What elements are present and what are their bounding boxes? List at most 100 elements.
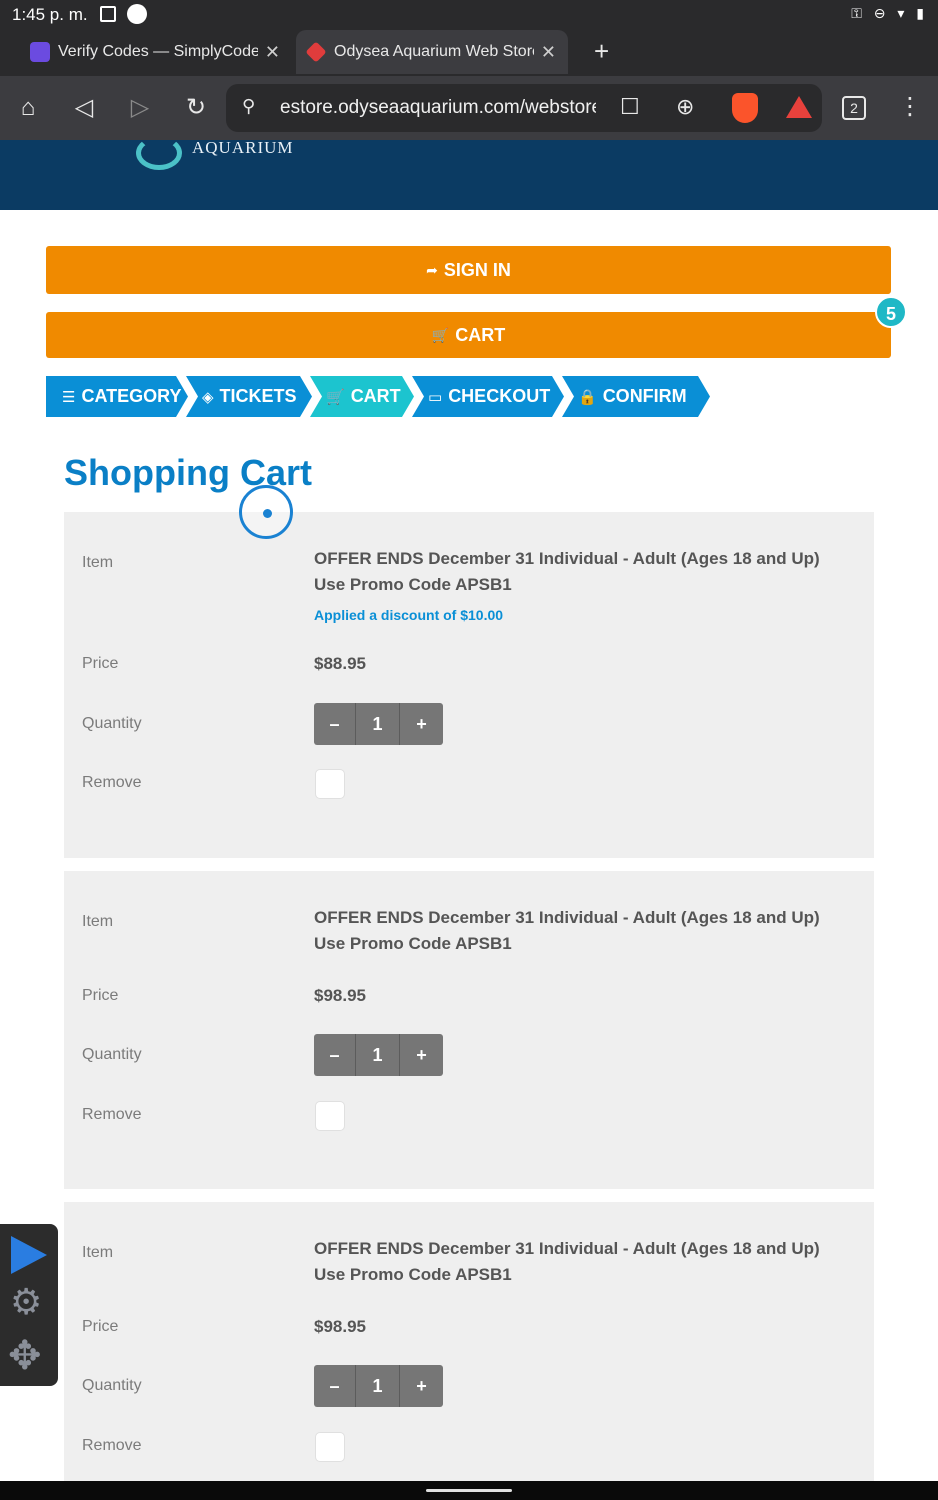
sign-in-icon: ➦ [426,261,438,278]
tab-strip: Verify Codes — SimplyCodes ✕ Odysea Aqua… [0,28,938,76]
item-price: $88.95 [314,654,366,673]
step-checkout[interactable]: ▭ CHECKOUT [412,376,564,417]
step-confirm[interactable]: 🔒 CONFIRM [562,376,710,417]
decrease-quantity-button[interactable]: – [314,1034,356,1076]
cursor-dot [263,509,272,518]
home-gesture-handle[interactable] [426,1489,512,1492]
step-label: CHECKOUT [448,386,551,406]
increase-quantity-button[interactable]: + [400,703,443,745]
step-label: CONFIRM [602,386,687,406]
address-bar[interactable]: ⚲ estore.odyseaaquarium.com/webstore ☐ ⊕ [226,84,822,132]
lock-icon: 🔒 [578,388,597,406]
price-label: Price [82,1318,119,1335]
site-header: AQUARIUM [0,136,938,210]
gallery-notification-icon [100,6,116,22]
odysea-favicon-icon [305,41,327,63]
brave-shields-icon[interactable] [732,93,758,123]
quantity-label: Quantity [82,1046,142,1063]
sign-in-label: SIGN IN [443,259,511,280]
new-tab-icon[interactable]: + [594,36,609,67]
quantity-value[interactable]: 1 [356,703,400,745]
item-name: OFFER ENDS December 31 Individual - Adul… [314,549,820,594]
remove-checkbox[interactable] [315,769,345,799]
price-label: Price [82,655,119,672]
tab-title: Odysea Aquarium Web Store [334,43,534,60]
remove-label: Remove [82,774,142,791]
remove-checkbox[interactable] [315,1432,345,1462]
floating-toolbar: ⚙ ✥ [0,1224,58,1386]
logo-text[interactable]: AQUARIUM [192,138,294,158]
step-label: TICKETS [219,386,297,406]
tab-odysea[interactable]: Odysea Aquarium Web Store ✕ [296,30,568,74]
item-name: OFFER ENDS December 31 Individual - Adul… [314,1239,820,1284]
tab-simplycodes[interactable]: Verify Codes — SimplyCodes ✕ [20,30,292,74]
close-tab-icon[interactable]: ✕ [541,42,556,63]
credit-card-icon: ▭ [428,388,443,406]
simplycodes-favicon-icon [30,42,50,62]
tab-title: Verify Codes — SimplyCodes [58,43,258,60]
menu-list-icon: ☰ [62,388,76,406]
download-icon[interactable]: ⊕ [676,94,694,120]
touch-cursor-indicator [239,485,293,539]
cart-count-badge: 5 [875,296,907,328]
price-label: Price [82,987,119,1004]
system-status-icons: ⚿ ⊖ ▾ ▮ [851,5,928,21]
cart-item: Item OFFER ENDS December 31 Individual -… [64,871,874,1189]
site-settings-icon[interactable]: ⚲ [242,96,255,117]
tab-count-button[interactable]: 2 [842,96,866,120]
checkout-steps: ☰ CATEGORY ◈ TICKETS 🛒 CART ▭ CHECKOUT 🔒… [46,376,726,417]
decrease-quantity-button[interactable]: – [314,1365,356,1407]
quantity-value[interactable]: 1 [356,1365,400,1407]
forward-icon[interactable]: ▷ [124,92,156,124]
step-cart[interactable]: 🛒 CART [310,376,414,417]
status-time: 1:45 p. m. [12,5,88,24]
play-icon[interactable] [11,1236,47,1274]
step-category[interactable]: ☰ CATEGORY [46,376,188,417]
reload-icon[interactable]: ↻ [180,92,212,124]
remove-label: Remove [82,1106,142,1123]
ticket-icon: ◈ [202,388,214,406]
item-price: $98.95 [314,1317,366,1336]
back-icon[interactable]: ◁ [68,92,100,124]
odysea-logo-icon[interactable] [136,136,182,170]
cart-item: Item OFFER ENDS December 31 Individual -… [64,512,874,858]
quantity-stepper: – 1 + [314,1365,443,1407]
quantity-stepper: – 1 + [314,1034,443,1076]
quantity-label: Quantity [82,1377,142,1394]
status-bar: 1:45 p. m. ⚿ ⊖ ▾ ▮ [0,0,938,28]
sign-in-button[interactable]: ➦ SIGN IN [46,246,891,294]
step-tickets[interactable]: ◈ TICKETS [186,376,312,417]
quantity-stepper: – 1 + [314,703,443,745]
item-name: OFFER ENDS December 31 Individual - Adul… [314,908,820,953]
item-label: Item [82,1244,114,1261]
browser-toolbar: ⌂ ◁ ▷ ↻ ⚲ estore.odyseaaquarium.com/webs… [0,76,938,140]
url-text[interactable]: estore.odyseaaquarium.com/webstore [280,97,596,119]
quantity-label: Quantity [82,715,142,732]
cart-button[interactable]: 🛒 CART [46,312,891,358]
cart-label: CART [455,324,506,345]
bookmark-icon[interactable]: ☐ [620,94,640,120]
cart-icon: 🛒 [431,326,450,343]
increase-quantity-button[interactable]: + [400,1034,443,1076]
navigation-bar [0,1481,938,1500]
remove-label: Remove [82,1437,142,1454]
quantity-value[interactable]: 1 [356,1034,400,1076]
item-price: $98.95 [314,986,366,1005]
cart-item: Item OFFER ENDS December 31 Individual -… [64,1202,874,1481]
gear-icon[interactable]: ⚙ [10,1282,42,1322]
item-label: Item [82,913,114,930]
decrease-quantity-button[interactable]: – [314,703,356,745]
home-icon[interactable]: ⌂ [12,92,44,124]
move-icon[interactable]: ✥ [8,1334,42,1378]
increase-quantity-button[interactable]: + [400,1365,443,1407]
menu-icon[interactable]: ⋮ [898,92,922,121]
step-label: CATEGORY [81,386,182,406]
app-notification-icon [127,4,147,24]
discount-note: Applied a discount of $10.00 [314,607,504,623]
remove-checkbox[interactable] [315,1101,345,1131]
close-tab-icon[interactable]: ✕ [265,42,280,63]
cart-icon: 🛒 [326,388,345,406]
item-label: Item [82,554,114,571]
brave-rewards-icon[interactable] [786,96,812,118]
step-label: CART [350,386,401,406]
